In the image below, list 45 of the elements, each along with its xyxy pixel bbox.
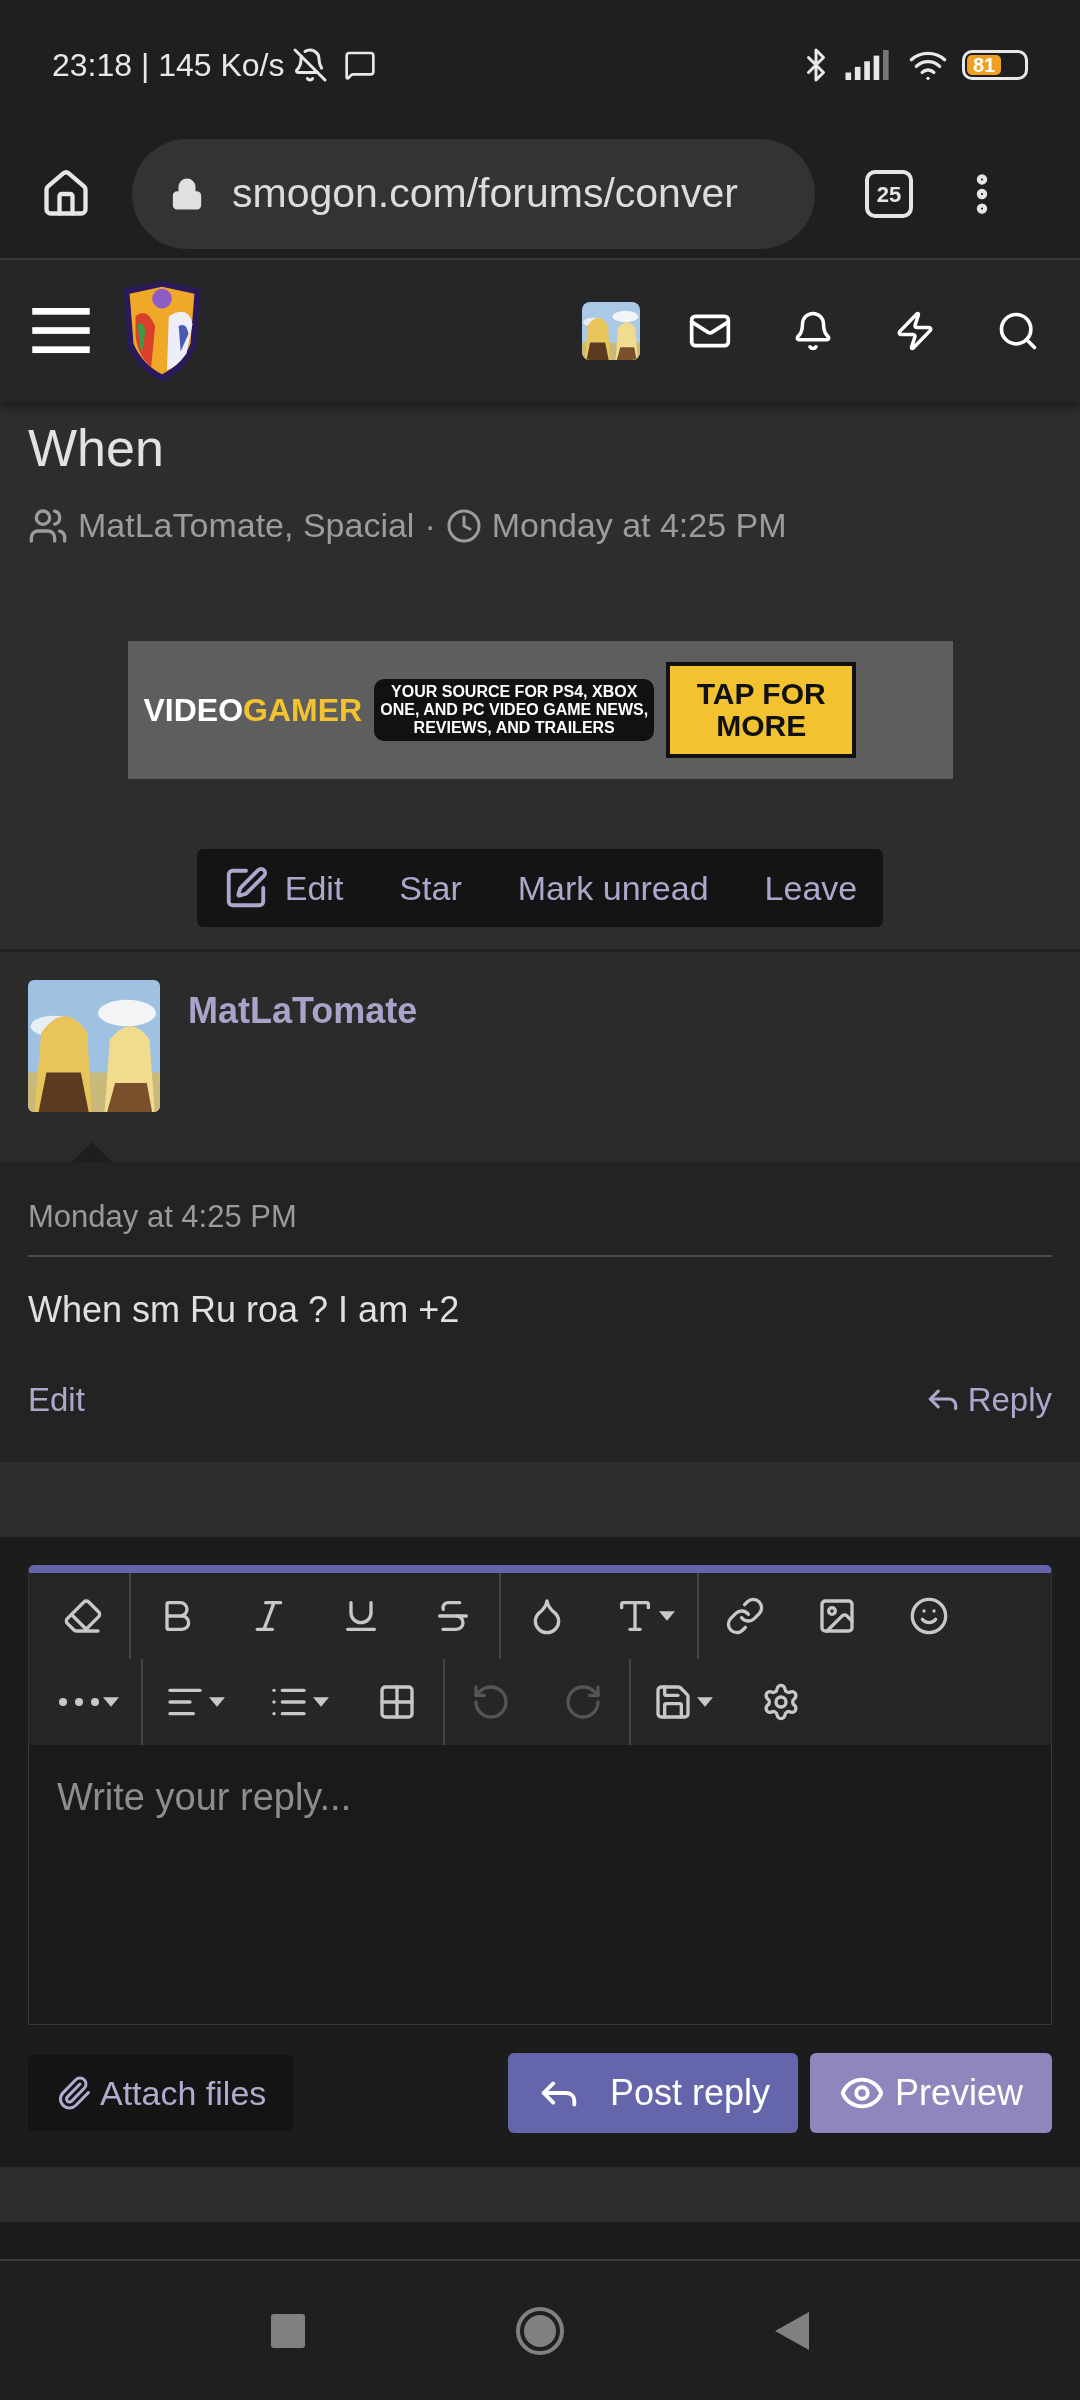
- link-icon: [725, 1596, 765, 1636]
- redo-icon: [563, 1682, 603, 1722]
- reply-textarea[interactable]: Write your reply...: [28, 1745, 1052, 2025]
- paperclip-icon: [56, 2075, 92, 2111]
- ad-cta-button[interactable]: TAP FOR MORE: [666, 662, 857, 758]
- reply-link[interactable]: Reply: [923, 1374, 1052, 1424]
- post-reply-button[interactable]: Post reply: [508, 2053, 798, 2133]
- bell-off-icon: [292, 47, 329, 83]
- url-text: smogon.com/forums/conver: [232, 169, 738, 219]
- url-bar[interactable]: smogon.com/forums/conver: [132, 139, 815, 249]
- participants-link[interactable]: MatLaTomate, Spacial: [78, 500, 415, 551]
- settings-icon: [761, 1682, 801, 1722]
- signal-icon: [844, 50, 892, 80]
- conversation-title: When: [28, 418, 165, 479]
- more-icon: [59, 1698, 99, 1706]
- battery-level: 81: [967, 55, 1002, 75]
- separator-dot: ·: [424, 505, 436, 546]
- clock-icon: [445, 507, 482, 544]
- back-button[interactable]: [775, 2311, 809, 2350]
- image-icon: [817, 1596, 857, 1636]
- undo-icon: [471, 1682, 511, 1722]
- ad-banner[interactable]: VIDEOGAMER YOUR SOURCE FOR PS4, XBOX ONE, AND PC VIDEO GAME NEWS, REVIEWS, AND TRAILERS TAP FOR MORE: [127, 641, 953, 779]
- ad-brand: VIDEOGAMER: [143, 691, 363, 730]
- message-text: When sm Ru roa ? I am +2: [28, 1287, 461, 1332]
- status-time: 23:18 | 145 Ko/s: [52, 46, 285, 85]
- action-button[interactable]: Mark unread: [517, 862, 709, 914]
- author-name[interactable]: MatLaTomate: [188, 984, 418, 1038]
- ad-tagline: YOUR SOURCE FOR PS4, XBOX ONE, AND PC VIDEO GAME NEWS, REVIEWS, AND TRAILERS: [374, 679, 655, 741]
- table-icon: [377, 1682, 417, 1722]
- hamburger-menu-icon[interactable]: [32, 308, 90, 354]
- recents-button[interactable]: [271, 2313, 305, 2348]
- tab-count-button[interactable]: 25: [865, 170, 913, 218]
- action-button[interactable]: Edit: [222, 862, 344, 914]
- eraser-icon: [63, 1596, 103, 1636]
- lock-icon: [170, 177, 204, 211]
- chat-icon: [344, 49, 377, 81]
- action-button[interactable]: Star: [399, 862, 462, 914]
- conversation-date: Monday at 4:25 PM: [491, 505, 787, 546]
- smiley-icon: [909, 1596, 949, 1636]
- save-icon: [653, 1682, 693, 1722]
- edit-link[interactable]: Edit: [28, 1374, 85, 1424]
- action-button[interactable]: Leave: [764, 862, 858, 914]
- home-nav-button[interactable]: [515, 2305, 565, 2356]
- message-date: Monday at 4:25 PM: [28, 1198, 298, 1236]
- attach-files-button[interactable]: Attach files: [28, 2055, 295, 2131]
